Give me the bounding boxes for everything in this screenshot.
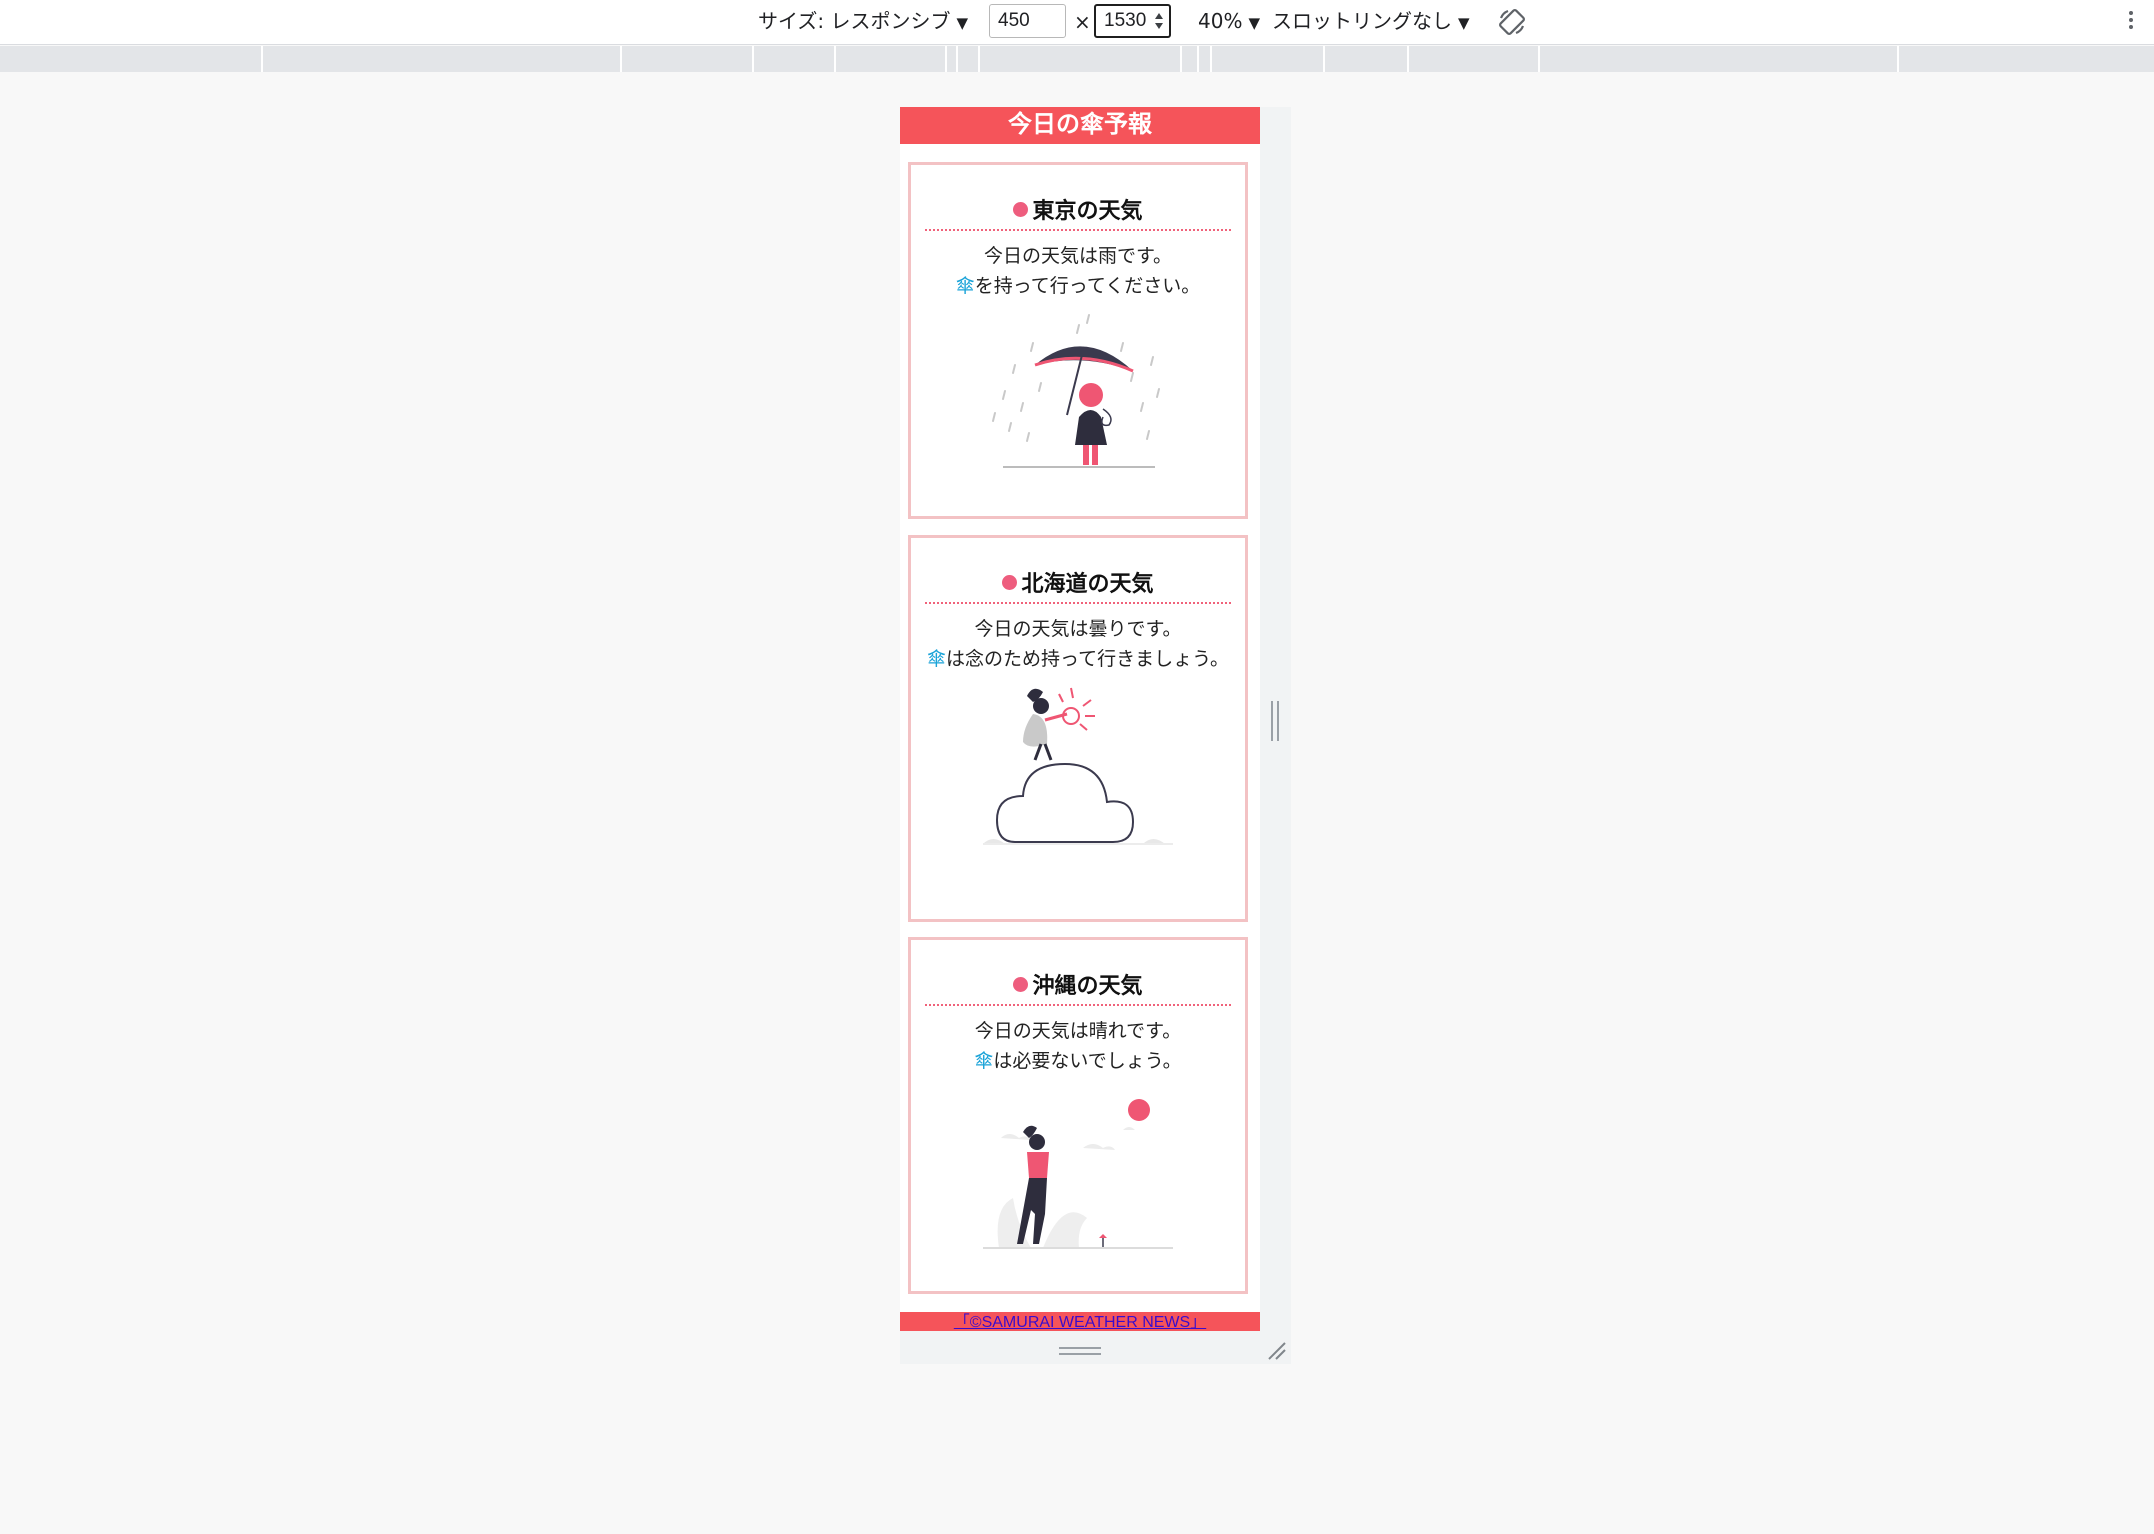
throttling-label: スロットリングなし [1272, 9, 1452, 33]
weather-card-hokkaido: 北海道の天気 今日の天気は曇りです。 傘は念のため持って行きましょう。 [908, 535, 1248, 922]
throttling-dropdown[interactable]: スロットリングなし ▼ [1272, 8, 1470, 36]
device-size-label: サイズ: レスポンシブ [758, 9, 951, 33]
card-title: 北海道の天気 [925, 566, 1231, 604]
bullet-dot-icon [1013, 977, 1029, 992]
device-size-dropdown[interactable]: サイズ: レスポンシブ ▼ [758, 8, 968, 36]
cloud-illustration [983, 687, 1173, 845]
page-footer: 「©SAMURAI WEATHER NEWS」 [900, 1312, 1260, 1331]
spinner-icon[interactable] [1153, 9, 1165, 33]
weather-card-okinawa: 沖縄の天気 今日の天気は晴れです。 傘は必要ないでしょう。 [908, 937, 1248, 1294]
viewport-bottom-resize-handle[interactable] [1059, 1347, 1101, 1357]
device-frame: 今日の傘予報 東京の天気 今日の天気は雨です。 傘を持って行ってください。 北海… [900, 107, 1291, 1364]
umbrella-word: 傘 [974, 1050, 994, 1072]
rain-umbrella-illustration [992, 314, 1160, 468]
device-toolbar: サイズ: レスポンシブ ▼ 450 × 1530 40% ▼ スロットリングなし ▼ [0, 0, 2154, 45]
card-description: 今日の天気は雨です。 傘を持って行ってください。 [955, 245, 1201, 297]
card-description: 今日の天気は曇りです。 傘は念のため持って行きましょう。 [927, 618, 1229, 670]
sunny-illustration [983, 1099, 1173, 1249]
card-title: 沖縄の天気 [925, 968, 1231, 1006]
resize-handle-icon[interactable] [1265, 1339, 1287, 1361]
width-value: 450 [998, 10, 1030, 31]
footer-copyright-link[interactable]: 「©SAMURAI WEATHER NEWS」 [954, 1314, 1206, 1331]
height-value: 1530 [1104, 10, 1147, 31]
zoom-dropdown[interactable]: 40% ▼ [1198, 8, 1260, 36]
width-input[interactable]: 450 [989, 4, 1066, 38]
height-input[interactable]: 1530 [1094, 4, 1171, 38]
dropdown-caret-icon: ▼ [1248, 14, 1260, 32]
dimension-separator: × [1074, 10, 1091, 34]
zoom-label: 40% [1198, 9, 1243, 33]
page-viewport: 今日の傘予報 東京の天気 今日の天気は雨です。 傘を持って行ってください。 北海… [900, 107, 1260, 1331]
card-description: 今日の天気は晴れです。 傘は必要ないでしょう。 [974, 1020, 1182, 1072]
page-title: 今日の傘予報 [1008, 110, 1152, 138]
bullet-dot-icon [1013, 202, 1029, 217]
umbrella-word: 傘 [955, 275, 975, 297]
page-header: 今日の傘予報 [900, 107, 1260, 144]
more-vert-icon[interactable] [2126, 8, 2136, 36]
weather-card-tokyo: 東京の天気 今日の天気は雨です。 傘を持って行ってください。 [908, 162, 1248, 519]
rotate-icon[interactable] [1496, 6, 1528, 38]
viewport-right-resize-handle[interactable] [1271, 701, 1281, 741]
media-query-bar[interactable] [0, 46, 2154, 72]
umbrella-word: 傘 [927, 648, 947, 670]
card-title: 東京の天気 [925, 193, 1231, 231]
bullet-dot-icon [1002, 575, 1018, 590]
dropdown-caret-icon: ▼ [1458, 14, 1470, 32]
dropdown-caret-icon: ▼ [956, 14, 969, 32]
